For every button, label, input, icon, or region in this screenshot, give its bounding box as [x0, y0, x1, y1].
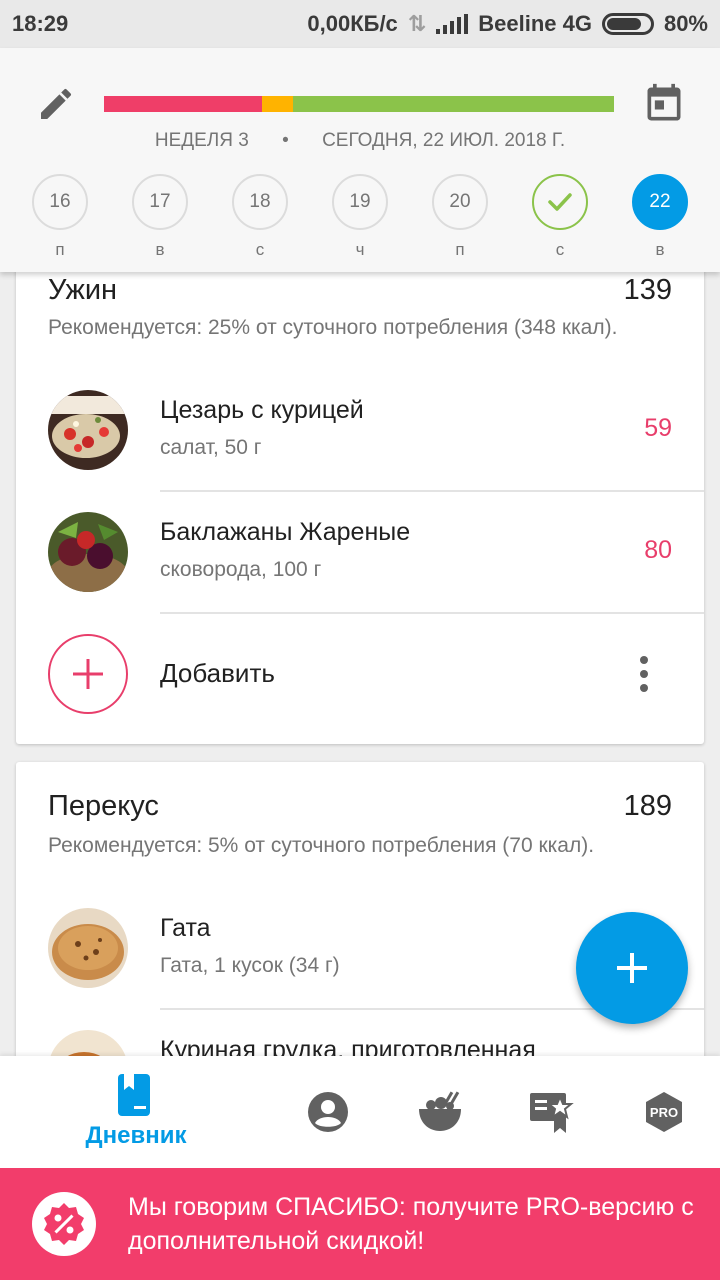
date-label: СЕГОДНЯ, 22 ИЮЛ. 2018 Г.	[322, 130, 566, 151]
week-date-line: НЕДЕЛЯ 3 • СЕГОДНЯ, 22 ИЮЛ. 2018 Г.	[0, 130, 720, 152]
meal-card-dinner: Ужин 139 Рекомендуется: 25% от суточного…	[16, 250, 704, 744]
day-number: 20	[432, 174, 488, 230]
network-speed: 0,00КБ/с	[307, 11, 398, 36]
status-bar: 18:29 0,00КБ/с ⇅ Beeline 4G 80%	[0, 0, 720, 48]
meal-title: Перекус	[48, 790, 159, 822]
food-item[interactable]: Цезарь с курицей салат, 50 г 59	[16, 370, 704, 492]
weekday-label: п	[55, 240, 65, 259]
data-transfer-icon: ⇅	[407, 11, 427, 36]
achievements-icon	[530, 1093, 574, 1133]
food-bowl-icon	[419, 1091, 461, 1131]
carrier-label: Beeline 4G	[478, 11, 592, 36]
bottom-navigation: Дневник PRO	[0, 1056, 720, 1168]
add-fab-button[interactable]	[576, 912, 688, 1024]
week-label: НЕДЕЛЯ 3	[154, 130, 249, 151]
progress-segment	[262, 96, 293, 112]
food-name: Гата	[160, 914, 211, 942]
calendar-icon[interactable]	[642, 82, 686, 126]
battery-icon	[601, 13, 654, 35]
week-days-strip: 16 п 17 в 18 с 19 ч 20 п с 22 в	[0, 174, 720, 264]
plus-icon	[617, 953, 647, 983]
profile-icon	[308, 1092, 348, 1132]
weekday-label: с	[555, 240, 565, 259]
day-selector[interactable]: с	[532, 174, 588, 260]
meal-recommendation: Рекомендуется: 25% от суточного потребле…	[48, 316, 618, 339]
day-selector[interactable]: 17 в	[132, 174, 188, 260]
plus-icon	[73, 659, 103, 689]
food-thumbnail	[48, 390, 128, 470]
check-icon	[548, 193, 572, 211]
day-selector[interactable]: 20 п	[432, 174, 488, 260]
day-selector[interactable]: 16 п	[32, 174, 88, 260]
add-food-button[interactable]	[48, 634, 128, 714]
progress-segment	[292, 96, 614, 112]
calorie-progress-bar	[104, 96, 614, 112]
pro-label: PRO	[650, 1105, 678, 1120]
food-thumbnail	[48, 908, 128, 988]
weekday-label: в	[155, 240, 165, 259]
promo-text: Мы говорим СПАСИБО: получите PRO-версию …	[128, 1193, 694, 1255]
nav-label: Дневник	[85, 1122, 187, 1149]
food-item[interactable]: Баклажаны Жареные сковорода, 100 г 80	[16, 492, 704, 614]
signal-icon	[436, 14, 469, 34]
food-name: Цезарь с курицей	[160, 396, 364, 424]
food-kcal: 59	[644, 414, 672, 442]
progress-segment	[104, 96, 263, 112]
battery-level: 80%	[663, 11, 708, 36]
add-food-row[interactable]: Добавить	[16, 614, 704, 738]
meal-recommendation: Рекомендуется: 5% от суточного потреблен…	[48, 834, 595, 857]
day-number: 19	[332, 174, 388, 230]
food-portion: Гата, 1 кусок (34 г)	[160, 954, 340, 977]
day-selector[interactable]: 18 с	[232, 174, 288, 260]
nav-item-profile[interactable]	[298, 1056, 358, 1168]
weekday-label: в	[655, 240, 665, 259]
add-food-label: Добавить	[160, 658, 275, 688]
day-number: 17	[132, 174, 188, 230]
nav-item-pro[interactable]: PRO	[634, 1056, 694, 1168]
meal-title: Ужин	[48, 274, 118, 306]
weekday-label: п	[455, 240, 465, 259]
food-portion: сковорода, 100 г	[160, 558, 322, 581]
pro-icon: PRO	[646, 1092, 682, 1132]
day-number: 16	[32, 174, 88, 230]
day-completed-circle	[532, 174, 588, 230]
food-thumbnail	[48, 512, 128, 592]
day-number: 18	[232, 174, 288, 230]
diary-icon	[118, 1074, 150, 1116]
food-name: Баклажаны Жареные	[160, 518, 411, 546]
day-selector[interactable]: 19 ч	[332, 174, 388, 260]
meal-kcal: 189	[623, 790, 672, 822]
more-options-icon[interactable]	[638, 654, 650, 694]
promo-banner[interactable]: Мы говорим СПАСИБО: получите PRO-версию …	[0, 1168, 720, 1280]
weekday-label: ч	[355, 240, 365, 259]
meal-kcal: 139	[623, 274, 672, 306]
discount-icon	[32, 1192, 96, 1256]
nav-item-achievements[interactable]	[522, 1056, 582, 1168]
diary-header: НЕДЕЛЯ 3 • СЕГОДНЯ, 22 ИЮЛ. 2018 Г. 16 п 1…	[0, 48, 720, 272]
weekday-label: с	[255, 240, 265, 259]
status-time: 18:29	[12, 11, 69, 36]
separator-dot: •	[282, 130, 289, 151]
day-selector[interactable]: 22 в	[632, 174, 688, 260]
nav-item-recipes[interactable]	[410, 1056, 470, 1168]
day-number: 22	[632, 174, 688, 230]
food-kcal: 80	[644, 536, 672, 564]
nav-item-diary[interactable]: Дневник	[74, 1056, 198, 1168]
pencil-icon[interactable]	[36, 84, 76, 124]
food-portion: салат, 50 г	[160, 436, 262, 459]
